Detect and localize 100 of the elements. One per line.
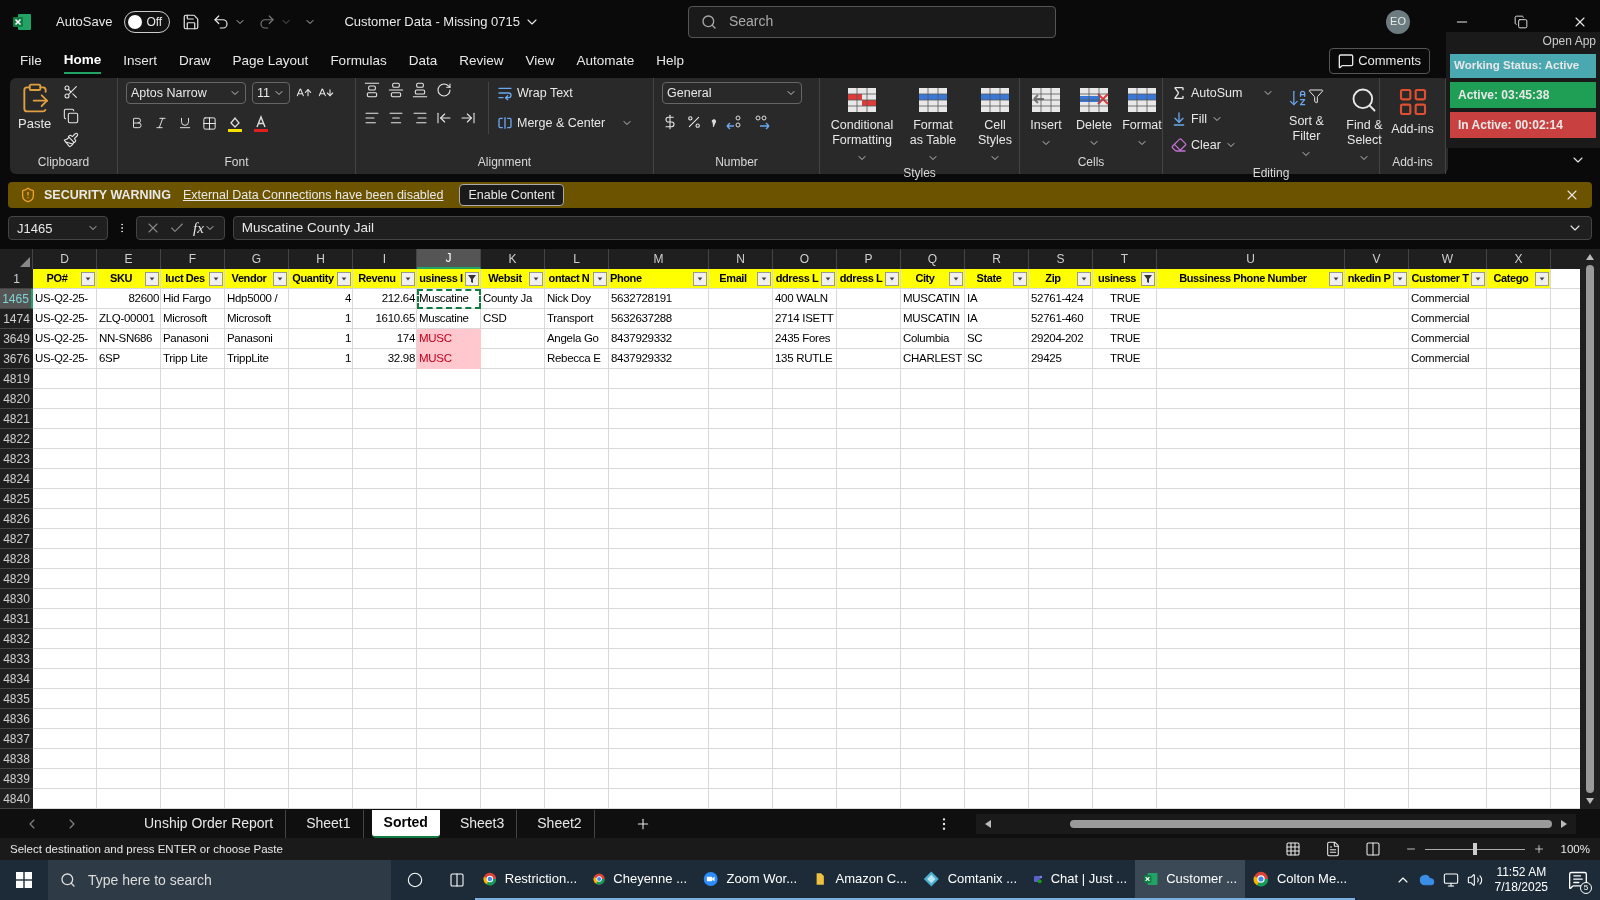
row-header[interactable]: 4823 xyxy=(0,449,33,469)
menu-tab[interactable]: Data xyxy=(408,47,438,74)
clock-date[interactable]: 7/18/2025 xyxy=(1494,880,1548,895)
select-all-icon[interactable] xyxy=(20,257,30,267)
menu-tab[interactable]: Page Layout xyxy=(232,47,309,74)
row-header[interactable]: 4827 xyxy=(0,529,33,549)
horizontal-scrollbar[interactable] xyxy=(976,813,1576,834)
cut-icon[interactable] xyxy=(63,84,80,101)
format-painter-icon[interactable] xyxy=(63,132,80,149)
menu-tab[interactable]: Formulas xyxy=(330,47,387,74)
sort-filter-button[interactable]: Sort & Filter xyxy=(1282,82,1331,165)
vertical-scrollbar[interactable] xyxy=(1580,249,1600,809)
row-header[interactable]: 3649 xyxy=(0,329,33,349)
menu-tab[interactable]: Automate xyxy=(576,47,635,74)
copy-icon[interactable] xyxy=(63,108,80,125)
font-color-icon[interactable] xyxy=(253,114,269,133)
cloud-icon[interactable] xyxy=(1418,872,1435,888)
align-top-icon[interactable] xyxy=(364,82,380,99)
filter-button[interactable] xyxy=(465,271,479,286)
row-header[interactable]: 4839 xyxy=(0,769,33,789)
row-header[interactable]: 3676 xyxy=(0,349,33,369)
sheet-tab[interactable]: Sheet2 xyxy=(525,809,595,838)
zoom-slider[interactable] xyxy=(1424,843,1525,856)
scroll-left-icon[interactable] xyxy=(984,818,992,829)
styles-button[interactable]: Format as Table xyxy=(904,82,962,165)
sheet-tab[interactable]: Unship Order Report xyxy=(132,809,287,838)
network-icon[interactable] xyxy=(1442,872,1459,888)
taskbar-app[interactable]: Colton Me... xyxy=(1245,860,1355,900)
menu-tab[interactable]: Insert xyxy=(123,47,158,74)
autosum-button[interactable]: AutoSum xyxy=(1171,82,1275,105)
borders-icon[interactable] xyxy=(202,115,217,131)
styles-button[interactable]: Cell Styles xyxy=(966,82,1024,165)
row-header[interactable]: 4821 xyxy=(0,409,33,429)
row-header[interactable]: 4819 xyxy=(0,369,33,389)
row-header[interactable]: 4824 xyxy=(0,469,33,489)
taskbar-app[interactable]: Amazon C... xyxy=(805,860,915,900)
row-header[interactable]: 4838 xyxy=(0,749,33,769)
grid-view-icon[interactable] xyxy=(1284,841,1301,858)
cells-button[interactable]: Insert xyxy=(1024,82,1068,150)
taskbar-app[interactable]: Cheyenne ... xyxy=(585,860,695,900)
cells-button[interactable]: Delete xyxy=(1072,82,1116,150)
row-header[interactable]: 4830 xyxy=(0,589,33,609)
warning-link[interactable]: External Data Connections have been disabled xyxy=(182,185,444,205)
restore-icon[interactable] xyxy=(1514,14,1528,29)
search-field[interactable]: Search xyxy=(687,5,1056,38)
document-title[interactable]: Customer Data - Missing 0715 xyxy=(344,11,540,32)
filter-button[interactable] xyxy=(1141,271,1155,286)
fill-button[interactable]: Fill xyxy=(1171,108,1275,131)
volume-icon[interactable] xyxy=(1466,872,1483,888)
bold-icon[interactable] xyxy=(130,116,144,131)
zoom-level[interactable]: 100% xyxy=(1560,840,1590,858)
taskbar-search-field[interactable]: Type here to search xyxy=(48,860,391,900)
sheet-tab[interactable]: Sheet3 xyxy=(447,809,518,838)
comments-button[interactable]: Comments xyxy=(1329,47,1430,74)
paste-button[interactable]: Paste xyxy=(14,82,56,149)
scroll-down-icon[interactable] xyxy=(1585,797,1595,805)
zoom-in-icon[interactable] xyxy=(1532,843,1545,856)
number-format-select[interactable]: General xyxy=(662,82,802,105)
row-header[interactable]: 4831 xyxy=(0,609,33,629)
clear-button[interactable]: Clear xyxy=(1171,134,1275,157)
scroll-up-icon[interactable] xyxy=(1585,253,1595,261)
page-view-icon[interactable] xyxy=(1324,841,1341,858)
row-header[interactable]: 4832 xyxy=(0,629,33,649)
taskbar-app[interactable]: Zoom Wor... xyxy=(695,860,805,900)
row-header[interactable]: 4822 xyxy=(0,429,33,449)
notifications-icon[interactable] xyxy=(1568,870,1588,890)
autosave-toggle[interactable]: Off xyxy=(124,10,171,33)
task-view-icon[interactable] xyxy=(449,872,465,888)
page-break-view-icon[interactable] xyxy=(1364,841,1381,858)
row-header[interactable]: 4825 xyxy=(0,489,33,509)
taskbar-app[interactable]: Customer ... xyxy=(1135,860,1245,900)
row-header[interactable]: 1474 xyxy=(0,309,33,329)
sheet-tab[interactable]: Sorted xyxy=(371,809,440,838)
font-size-select[interactable]: 11 xyxy=(252,82,290,105)
name-box[interactable]: J1465 xyxy=(8,216,108,241)
cells-button[interactable]: Format xyxy=(1120,82,1164,150)
styles-button[interactable]: Conditional Formatting xyxy=(824,82,900,165)
row-header[interactable]: 4829 xyxy=(0,569,33,589)
taskbar-app[interactable]: Comtanix ... xyxy=(915,860,1025,900)
windows-logo-icon[interactable] xyxy=(16,872,32,888)
slider-thumb[interactable] xyxy=(1472,843,1477,856)
font-name-select[interactable]: Aptos Narrow xyxy=(126,82,246,105)
italic-icon[interactable] xyxy=(154,116,168,131)
row-header[interactable]: 1 xyxy=(0,269,33,289)
undo-icon[interactable] xyxy=(212,12,231,31)
row-header[interactable]: 4836 xyxy=(0,709,33,729)
taskbar-app[interactable]: Restriction... xyxy=(475,860,585,900)
increase-decimal-icon[interactable] xyxy=(726,114,744,131)
rotate-icon[interactable] xyxy=(436,82,452,99)
avatar[interactable]: EO xyxy=(1386,9,1410,34)
column-header[interactable]: J xyxy=(417,249,481,269)
row-header[interactable]: 4840 xyxy=(0,789,33,809)
row-header[interactable]: 4820 xyxy=(0,389,33,409)
percent-icon[interactable] xyxy=(686,114,702,131)
clock-time[interactable]: 11:52 AM xyxy=(1496,865,1547,880)
circle-icon[interactable] xyxy=(407,872,423,888)
row-header[interactable]: 4828 xyxy=(0,549,33,569)
menu-tab[interactable]: File xyxy=(20,47,42,74)
row-header[interactable]: 4826 xyxy=(0,509,33,529)
underline-icon[interactable] xyxy=(178,116,192,131)
